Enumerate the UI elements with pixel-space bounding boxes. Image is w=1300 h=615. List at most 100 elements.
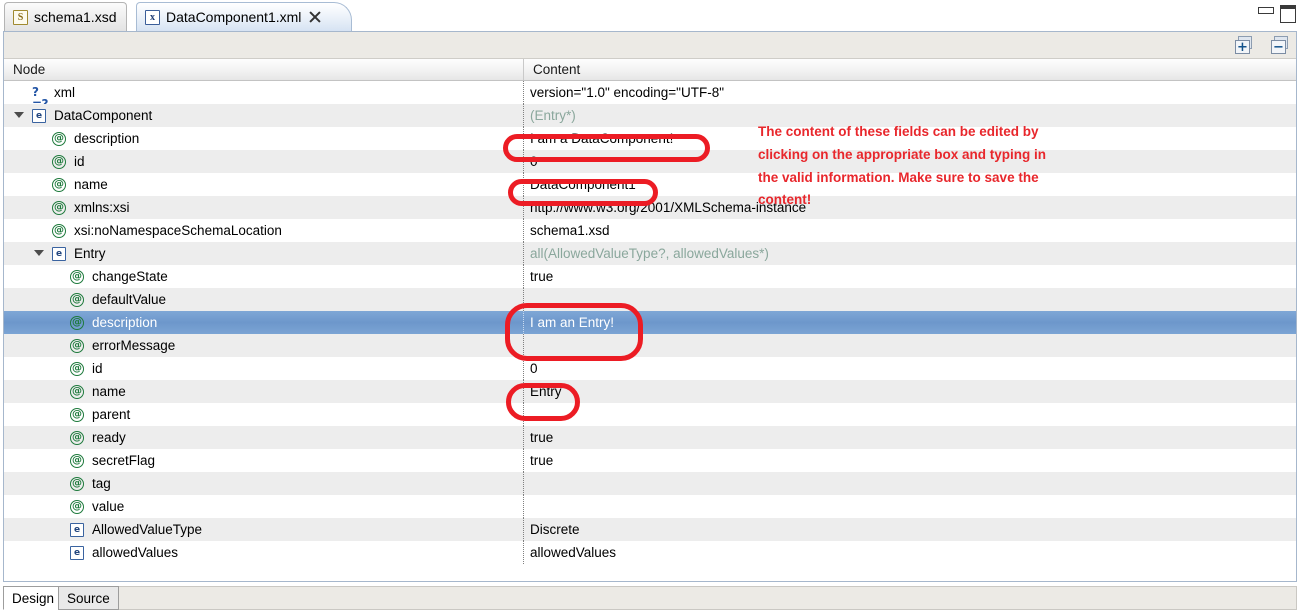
cell-content[interactable] xyxy=(523,495,1296,518)
cell-node[interactable]: @ tag xyxy=(4,472,523,495)
node-name-label: name xyxy=(74,177,108,192)
table-row[interactable]: @ xmlns:xsi http://www.w3.org/2001/XMLSche… xyxy=(4,196,1296,219)
xml-declaration-icon: ?=? xyxy=(32,84,49,110)
cell-content[interactable]: I am a DataComponent! xyxy=(523,127,1296,150)
cell-content[interactable]: (Entry*) xyxy=(523,104,1296,127)
cell-content[interactable]: Entry xyxy=(523,380,1296,403)
cell-content[interactable]: all(AllowedValueType?, allowedValues*) xyxy=(523,242,1296,265)
tab-source[interactable]: Source xyxy=(58,586,119,610)
attribute-node-icon: @ xyxy=(70,338,84,353)
expand-all-icon[interactable]: + xyxy=(1235,36,1255,55)
attribute-node-icon: @ xyxy=(70,269,84,284)
content-value: allowedValues xyxy=(530,545,617,560)
bottom-tab-filler xyxy=(113,586,1297,610)
element-node-icon: e xyxy=(32,108,46,123)
content-value: http://www.w3.org/2001/XMLSchema-instanc… xyxy=(530,200,807,215)
content-value: Discrete xyxy=(530,522,580,537)
cell-node[interactable]: @ name xyxy=(4,380,523,403)
table-row[interactable]: @ secretFlag true xyxy=(4,449,1296,472)
cell-node[interactable]: @ defaultValue xyxy=(4,288,523,311)
table-row[interactable]: @ id 0 xyxy=(4,357,1296,380)
attribute-node-icon: @ xyxy=(52,177,66,192)
toolbar-actions: + − xyxy=(1235,36,1291,55)
table-row[interactable]: ?=? xml version="1.0" encoding="UTF-8" xyxy=(4,81,1296,110)
table-row[interactable]: @ description I am an Entry! xyxy=(4,311,1296,334)
node-name-label: tag xyxy=(92,476,111,491)
cell-node[interactable]: e DataComponent xyxy=(4,104,523,127)
node-name-label: changeState xyxy=(92,269,168,284)
table-row[interactable]: @ ready true xyxy=(4,426,1296,449)
table-row[interactable]: @ description I am a DataComponent! xyxy=(4,127,1296,150)
node-name-label: secretFlag xyxy=(92,453,156,468)
cell-node[interactable]: e AllowedValueType xyxy=(4,518,523,541)
cell-node[interactable]: e allowedValues xyxy=(4,541,523,564)
cell-node[interactable]: @ errorMessage xyxy=(4,334,523,357)
column-header-node[interactable]: Node xyxy=(4,59,523,80)
maximize-icon[interactable] xyxy=(1280,5,1296,23)
editor-tab-schema1-xsd[interactable]: S schema1.xsd xyxy=(4,2,128,31)
table-row[interactable]: @ parent xyxy=(4,403,1296,426)
table-row[interactable]: @ xsi:noNamespaceSchemaLocation schema1.xs… xyxy=(4,219,1296,242)
cell-content[interactable] xyxy=(523,403,1296,426)
attribute-node-icon: @ xyxy=(70,499,84,514)
cell-content[interactable]: schema1.xsd xyxy=(523,219,1296,242)
cell-content[interactable]: 0 xyxy=(523,357,1296,380)
cell-node[interactable]: @ xmlns:xsi xyxy=(4,196,523,219)
attribute-node-icon: @ xyxy=(70,407,84,422)
cell-node[interactable]: @ value xyxy=(4,495,523,518)
attribute-node-icon: @ xyxy=(70,292,84,307)
element-node-icon: e xyxy=(52,246,66,261)
tab-design[interactable]: Design xyxy=(3,586,64,610)
table-row[interactable]: @ changeState true xyxy=(4,265,1296,288)
table-row[interactable]: @ name Entry xyxy=(4,380,1296,403)
cell-content[interactable] xyxy=(523,288,1296,311)
cell-content[interactable]: Discrete xyxy=(523,518,1296,541)
cell-node[interactable]: ?=? xml xyxy=(4,81,523,110)
cell-content[interactable] xyxy=(523,472,1296,495)
cell-node[interactable]: @ id xyxy=(4,357,523,380)
cell-node[interactable]: e Entry xyxy=(4,242,523,265)
content-model-hint: all(AllowedValueType?, allowedValues*) xyxy=(530,246,769,261)
cell-node[interactable]: @ ready xyxy=(4,426,523,449)
cell-content[interactable]: true xyxy=(523,449,1296,472)
minimize-icon[interactable] xyxy=(1258,5,1274,18)
window-controls xyxy=(1258,5,1296,23)
cell-content[interactable] xyxy=(523,334,1296,357)
table-row[interactable]: e DataComponent (Entry*) xyxy=(4,104,1296,127)
cell-content[interactable]: version="1.0" encoding="UTF-8" xyxy=(523,81,1296,104)
element-node-icon: e xyxy=(70,545,84,560)
chevron-down-icon[interactable] xyxy=(14,110,25,121)
chevron-down-icon[interactable] xyxy=(34,248,45,259)
table-row[interactable]: e Entry all(AllowedValueType?, allowedValu… xyxy=(4,242,1296,265)
cell-node[interactable]: @ id xyxy=(4,150,523,173)
table-row[interactable]: @ errorMessage xyxy=(4,334,1296,357)
table-row[interactable]: @ defaultValue xyxy=(4,288,1296,311)
cell-node[interactable]: @ secretFlag xyxy=(4,449,523,472)
cell-node[interactable]: @ description xyxy=(4,127,523,150)
cell-content[interactable]: http://www.w3.org/2001/XMLSchema-instanc… xyxy=(523,196,1296,219)
cell-content[interactable]: I am an Entry! xyxy=(523,311,1296,334)
table-row[interactable]: e AllowedValueType Discrete xyxy=(4,518,1296,541)
editor-tab-datacomponent1-xml[interactable]: x DataComponent1.xml xyxy=(136,2,353,31)
table-row[interactable]: @ value xyxy=(4,495,1296,518)
table-row[interactable]: @ tag xyxy=(4,472,1296,495)
table-row[interactable]: @ id 0 xyxy=(4,150,1296,173)
node-name-label: id xyxy=(74,154,85,169)
attribute-node-icon: @ xyxy=(70,361,84,376)
content-value: I am a DataComponent! xyxy=(530,131,674,146)
collapse-all-icon[interactable]: − xyxy=(1271,36,1291,55)
cell-node[interactable]: @ parent xyxy=(4,403,523,426)
column-header-content[interactable]: Content xyxy=(523,59,1297,80)
cell-content[interactable]: allowedValues xyxy=(523,541,1296,564)
cell-node[interactable]: @ name xyxy=(4,173,523,196)
table-row[interactable]: e allowedValues allowedValues xyxy=(4,541,1296,564)
cell-node[interactable]: @ description xyxy=(4,311,523,334)
cell-content[interactable]: true xyxy=(523,265,1296,288)
table-row[interactable]: @ name DataComponent1 xyxy=(4,173,1296,196)
cell-content[interactable]: true xyxy=(523,426,1296,449)
cell-node[interactable]: @ xsi:noNamespaceSchemaLocation xyxy=(4,219,523,242)
close-icon[interactable] xyxy=(309,11,321,23)
cell-content[interactable]: 0 xyxy=(523,150,1296,173)
cell-node[interactable]: @ changeState xyxy=(4,265,523,288)
cell-content[interactable]: DataComponent1 xyxy=(523,173,1296,196)
